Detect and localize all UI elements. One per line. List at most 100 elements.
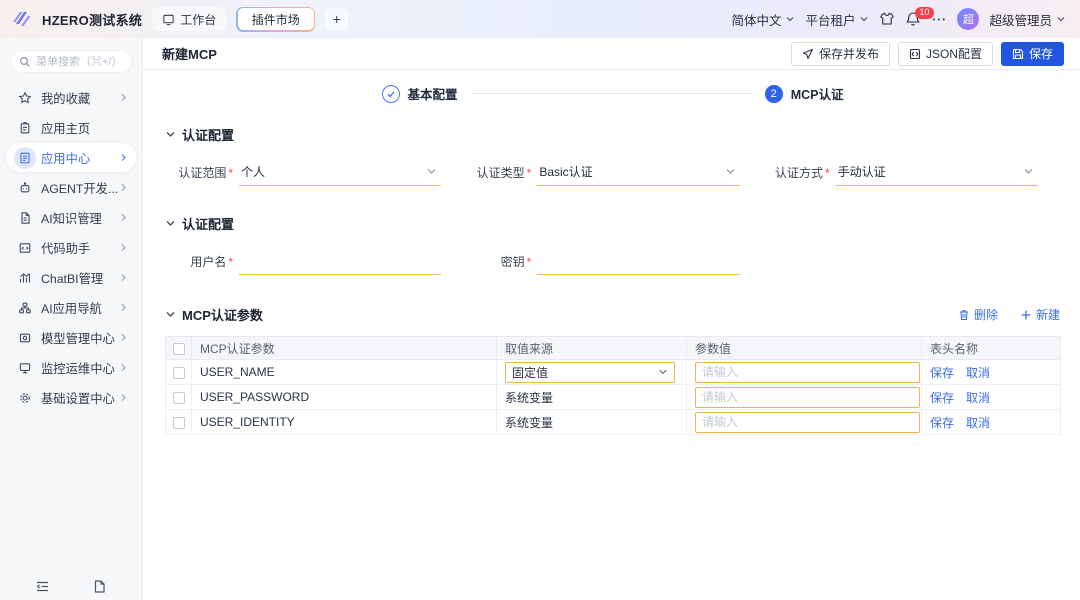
username-label: 用户名 xyxy=(165,253,233,275)
step-basic-config[interactable]: 基本配置 xyxy=(382,84,458,103)
auth-method-select[interactable]: 手动认证 xyxy=(836,160,1038,186)
user-name: 超级管理员 xyxy=(989,10,1052,29)
sidebar-item-code[interactable]: 代码助手 xyxy=(6,233,136,262)
sidebar-item-clipboard[interactable]: 应用主页 xyxy=(6,113,136,142)
collapse-sidebar-icon[interactable] xyxy=(35,579,50,594)
source-text: 系统变量 xyxy=(505,416,553,430)
chevron-down-icon xyxy=(785,14,795,24)
username-input[interactable] xyxy=(239,249,441,275)
param-value-input[interactable] xyxy=(695,362,920,383)
sidebar-item-label: 我的收藏 xyxy=(41,89,119,107)
chevron-down-icon[interactable] xyxy=(165,309,176,320)
field-username: 用户名 xyxy=(165,249,463,275)
tenant-label: 平台租户 xyxy=(805,10,855,29)
tab-workbench[interactable]: 工作台 xyxy=(152,7,226,31)
secret-input[interactable] xyxy=(537,249,739,275)
chevron-down-icon xyxy=(165,129,176,140)
avatar[interactable]: 超 xyxy=(957,8,979,30)
save-publish-button[interactable]: 保存并发布 xyxy=(791,42,890,66)
row-cancel-link[interactable]: 取消 xyxy=(966,366,990,380)
source-select[interactable]: 固定值 xyxy=(505,362,675,383)
row-cancel-link[interactable]: 取消 xyxy=(966,391,990,405)
param-value-input[interactable] xyxy=(695,412,920,433)
step-mcp-auth[interactable]: 2 MCP认证 xyxy=(765,84,844,103)
json-config-button[interactable]: JSON配置 xyxy=(898,42,993,66)
section-title: MCP认证参数 xyxy=(182,305,263,324)
tab-workbench-label: 工作台 xyxy=(180,11,216,28)
language-select[interactable]: 简体中文 xyxy=(731,10,795,29)
sidebar-item-settings[interactable]: 基础设置中心 xyxy=(6,383,136,412)
create-row-button[interactable]: 新建 xyxy=(1020,306,1060,323)
chevron-right-icon xyxy=(119,333,128,342)
param-value-input[interactable] xyxy=(695,387,920,408)
sidebar-item-label: 应用中心 xyxy=(41,149,119,167)
chevron-right-icon xyxy=(119,303,128,312)
document-panel-icon[interactable] xyxy=(92,579,107,594)
theme-skin-icon[interactable] xyxy=(879,11,895,27)
row-save-link[interactable]: 保存 xyxy=(930,391,954,405)
nav-icon xyxy=(14,297,36,319)
col-header-source: 取值来源 xyxy=(497,337,687,360)
chevron-down-icon xyxy=(426,166,437,177)
section-mcp-params: MCP认证参数 删除 新建 xyxy=(165,305,1060,324)
page-header: 新建MCP 保存并发布 JSON配置 保存 xyxy=(143,38,1080,70)
field-auth-scope: 认证范围 个人 xyxy=(165,160,463,186)
sidebar-item-chart[interactable]: ChatBI管理 xyxy=(6,263,136,292)
auth-type-select[interactable]: Basic认证 xyxy=(537,160,739,186)
notification-bell-icon[interactable]: 10 xyxy=(905,11,921,27)
save-icon xyxy=(1012,48,1024,60)
notification-badge: 10 xyxy=(915,7,933,19)
agent-icon xyxy=(14,177,36,199)
section-title: 认证配置 xyxy=(182,125,234,144)
section-auth-config-2[interactable]: 认证配置 xyxy=(165,214,1060,233)
sidebar: 我的收藏应用主页应用中心 AGENT开发...AI知识管理代码助手 ChatBI管理… xyxy=(0,38,143,600)
add-tab-button[interactable]: + xyxy=(325,8,348,31)
sidebar-item-nav[interactable]: AI应用导航 xyxy=(6,293,136,322)
param-name-cell: USER_NAME xyxy=(192,360,497,385)
row-save-link[interactable]: 保存 xyxy=(930,366,954,380)
sidebar-item-label: 监控运维中心 xyxy=(41,359,119,377)
sidebar-item-star[interactable]: 我的收藏 xyxy=(6,83,136,112)
chevron-right-icon xyxy=(119,153,128,162)
row-checkbox[interactable] xyxy=(173,392,185,404)
chart-icon xyxy=(14,267,36,289)
more-menu-icon[interactable]: ⋯ xyxy=(931,10,947,28)
auth-scope-select[interactable]: 个人 xyxy=(239,160,441,186)
auth-scope-label: 认证范围 xyxy=(165,164,233,186)
row-checkbox[interactable] xyxy=(173,367,185,379)
param-table-row: USER_PASSWORD系统变量保存取消 xyxy=(166,385,1061,410)
select-all-checkbox[interactable] xyxy=(173,343,185,355)
step-mcp-auth-label: MCP认证 xyxy=(791,84,844,103)
field-secret: 密钥 xyxy=(463,249,761,275)
workbench-icon xyxy=(162,13,175,26)
knowledge-icon xyxy=(14,207,36,229)
auth-method-label: 认证方式 xyxy=(762,164,830,186)
save-button[interactable]: 保存 xyxy=(1001,42,1064,66)
sidebar-item-monitor[interactable]: 监控运维中心 xyxy=(6,353,136,382)
tenant-select[interactable]: 平台租户 xyxy=(805,10,869,29)
row-checkbox[interactable] xyxy=(173,417,185,429)
sidebar-menu: 我的收藏应用主页应用中心 AGENT开发...AI知识管理代码助手 ChatBI管理… xyxy=(0,83,142,412)
sidebar-item-model[interactable]: 模型管理中心 xyxy=(6,323,136,352)
delete-rows-button[interactable]: 删除 xyxy=(958,306,998,323)
sidebar-item-label: ChatBI管理 xyxy=(41,269,119,287)
row-cancel-link[interactable]: 取消 xyxy=(966,416,990,430)
brand-title: HZERO测试系统 xyxy=(42,10,142,29)
app-logo-icon xyxy=(12,9,32,29)
chevron-down-icon xyxy=(658,367,668,377)
json-icon xyxy=(909,48,921,60)
step-number: 2 xyxy=(765,85,783,103)
user-menu[interactable]: 超级管理员 xyxy=(989,10,1066,29)
tab-plugin-market[interactable]: 插件市场 xyxy=(236,7,315,32)
sidebar-item-label: 代码助手 xyxy=(41,239,119,257)
search-icon xyxy=(19,56,31,68)
sidebar-item-appcenter[interactable]: 应用中心 xyxy=(6,143,136,172)
menu-search[interactable] xyxy=(10,50,132,73)
menu-search-input[interactable] xyxy=(36,56,126,68)
sidebar-item-agent[interactable]: AGENT开发... xyxy=(6,173,136,202)
row-save-link[interactable]: 保存 xyxy=(930,416,954,430)
tab-plugin-market-label: 插件市场 xyxy=(238,8,314,30)
sidebar-item-knowledge[interactable]: AI知识管理 xyxy=(6,203,136,232)
section-auth-config-1[interactable]: 认证配置 xyxy=(165,125,1060,144)
param-table-row: USER_NAME 固定值 保存取消 xyxy=(166,360,1061,385)
